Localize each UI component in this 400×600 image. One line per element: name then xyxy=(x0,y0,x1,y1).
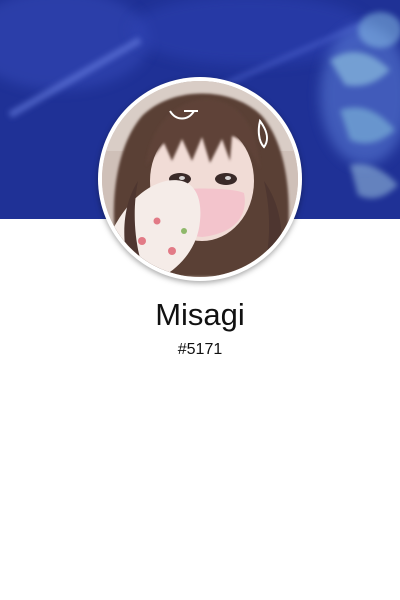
profile-card: Misagi #5171 xyxy=(0,0,400,600)
avatar-image xyxy=(102,81,298,277)
user-discriminator: #5171 xyxy=(177,341,223,358)
avatar[interactable] xyxy=(98,77,302,281)
username: Misagi xyxy=(155,297,245,332)
profile-photo-icon xyxy=(102,81,298,277)
